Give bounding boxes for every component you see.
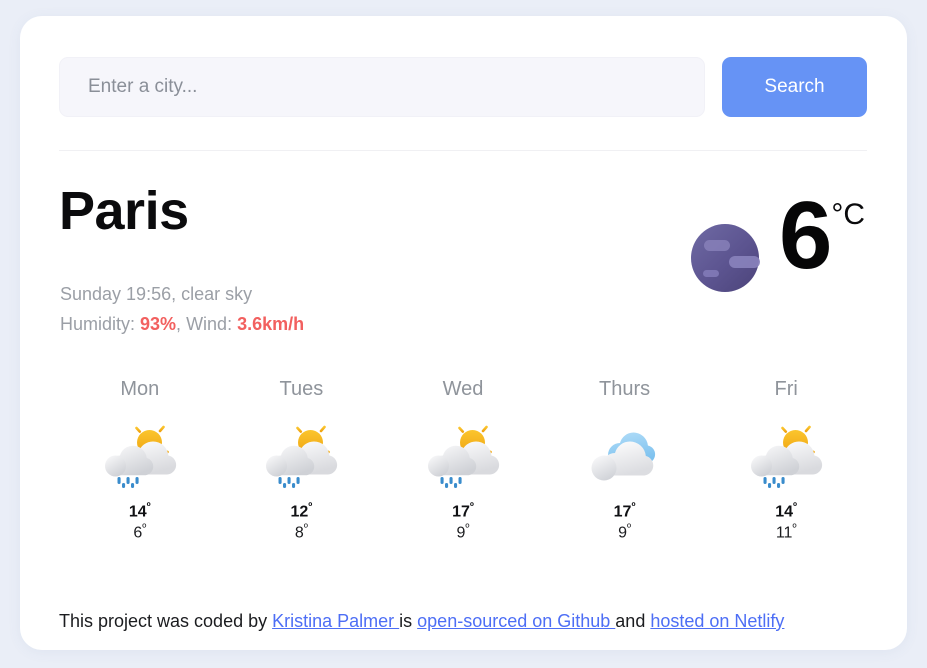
moon-clear-sky-icon (690, 224, 760, 292)
wind-label: Wind: (186, 314, 238, 334)
forecast-temps: 14º 11º (775, 501, 797, 544)
city-name: Paris (59, 181, 189, 241)
forecast-temp-min: 6º (129, 522, 151, 543)
humidity-value: 93% (140, 314, 177, 334)
forecast-temp-min-value: 9 (618, 524, 627, 542)
forecast-temp-min: 11º (775, 522, 797, 543)
footer-text-3: and (615, 611, 651, 631)
forecast-temp-min-value: 11 (775, 524, 793, 542)
search-input[interactable] (59, 57, 705, 117)
author-link[interactable]: Kristina Palmer (272, 611, 399, 631)
degree-symbol: º (469, 501, 474, 513)
degree-symbol: º (308, 501, 313, 513)
forecast-temp-max-value: 17 (613, 503, 632, 521)
degree-symbol: º (142, 522, 147, 535)
forecast-temp-min-value: 6 (133, 524, 143, 542)
forecast-temp-max: 17º (614, 501, 636, 522)
forecast-temp-min: 9º (614, 522, 636, 543)
forecast-day: Tues 12º 8º (221, 378, 383, 544)
forecast-day: Thurs 17º 9º (544, 378, 706, 544)
forecast-temp-max-value: 14 (775, 503, 794, 521)
section-divider (59, 150, 867, 151)
forecast-temps: 12º 8º (290, 501, 312, 544)
forecast-temp-max: 14º (129, 501, 151, 522)
humidity-label: Humidity: (60, 314, 141, 334)
forecast-temp-min: 9º (452, 522, 474, 543)
footer-text-1: This project was coded by (59, 611, 273, 631)
forecast-temps: 17º 9º (614, 501, 636, 544)
broken-clouds-icon (591, 432, 655, 481)
degree-symbol: º (792, 522, 797, 535)
forecast-temp-max: 14º (775, 501, 797, 522)
forecast-day-name: Tues (279, 378, 324, 400)
humidity-wind-line: Humidity: 93%, Wind: 3.6km/h (60, 314, 304, 335)
degree-symbol: º (631, 501, 636, 513)
search-button[interactable]: Search (722, 57, 867, 117)
datetime-condition: Sunday 19:56, clear sky (60, 284, 253, 304)
weather-app: Search Paris Sunday 19:56, clear sky Hum… (0, 0, 927, 668)
forecast-row: Mon 14º 6º Tues 12º 8º Wed 17º 9º Thurs … (59, 378, 867, 544)
forecast-day-name: Fri (774, 378, 798, 400)
temperature-unit: °C (831, 198, 865, 231)
forecast-temps: 14º 6º (129, 501, 151, 544)
weather-card: Search Paris Sunday 19:56, clear sky Hum… (20, 16, 907, 650)
forecast-temp-max: 17º (452, 501, 474, 522)
current-temperature: 6 (778, 182, 832, 289)
current-weather: Paris Sunday 19:56, clear sky Humidity: … (59, 184, 867, 354)
forecast-temp-max-value: 17 (452, 503, 470, 521)
sun-behind-rain-cloud-icon (427, 421, 500, 488)
forecast-temp-max: 12º (290, 501, 312, 522)
forecast-temp-max-value: 12 (290, 503, 309, 521)
degree-symbol: º (146, 501, 151, 513)
sun-behind-rain-cloud-icon (751, 421, 823, 488)
github-link[interactable]: open-sourced on Github (417, 611, 615, 631)
footer-text-2: is (399, 611, 418, 631)
degree-symbol: º (465, 522, 470, 535)
sun-behind-rain-cloud-icon (104, 421, 176, 488)
forecast-temp-max-value: 14 (128, 503, 147, 521)
meta-separator: , (176, 314, 187, 334)
forecast-day: Mon 14º 6º (59, 378, 221, 544)
current-temperature-block: 6 °C (687, 182, 865, 296)
netlify-link[interactable]: hosted on Netlify (650, 611, 784, 631)
degree-symbol: º (303, 522, 308, 535)
forecast-temp-min-value: 8 (294, 524, 304, 542)
degree-symbol: º (793, 501, 798, 513)
forecast-temps: 17º 9º (452, 501, 474, 544)
forecast-day: Fri 14º 11º (705, 378, 867, 544)
forecast-day-name: Mon (120, 378, 160, 400)
wind-value: 3.6km/h (237, 314, 305, 334)
degree-symbol: º (627, 522, 632, 535)
footer-credits: This project was coded by Kristina Palme… (59, 611, 867, 632)
forecast-day-name: Wed (442, 378, 484, 400)
forecast-day-name: Thurs (599, 378, 651, 400)
sun-behind-rain-cloud-icon (266, 421, 338, 488)
search-bar: Search (59, 57, 867, 117)
forecast-day: Wed 17º 9º (382, 378, 544, 544)
forecast-temp-min: 8º (290, 522, 312, 543)
